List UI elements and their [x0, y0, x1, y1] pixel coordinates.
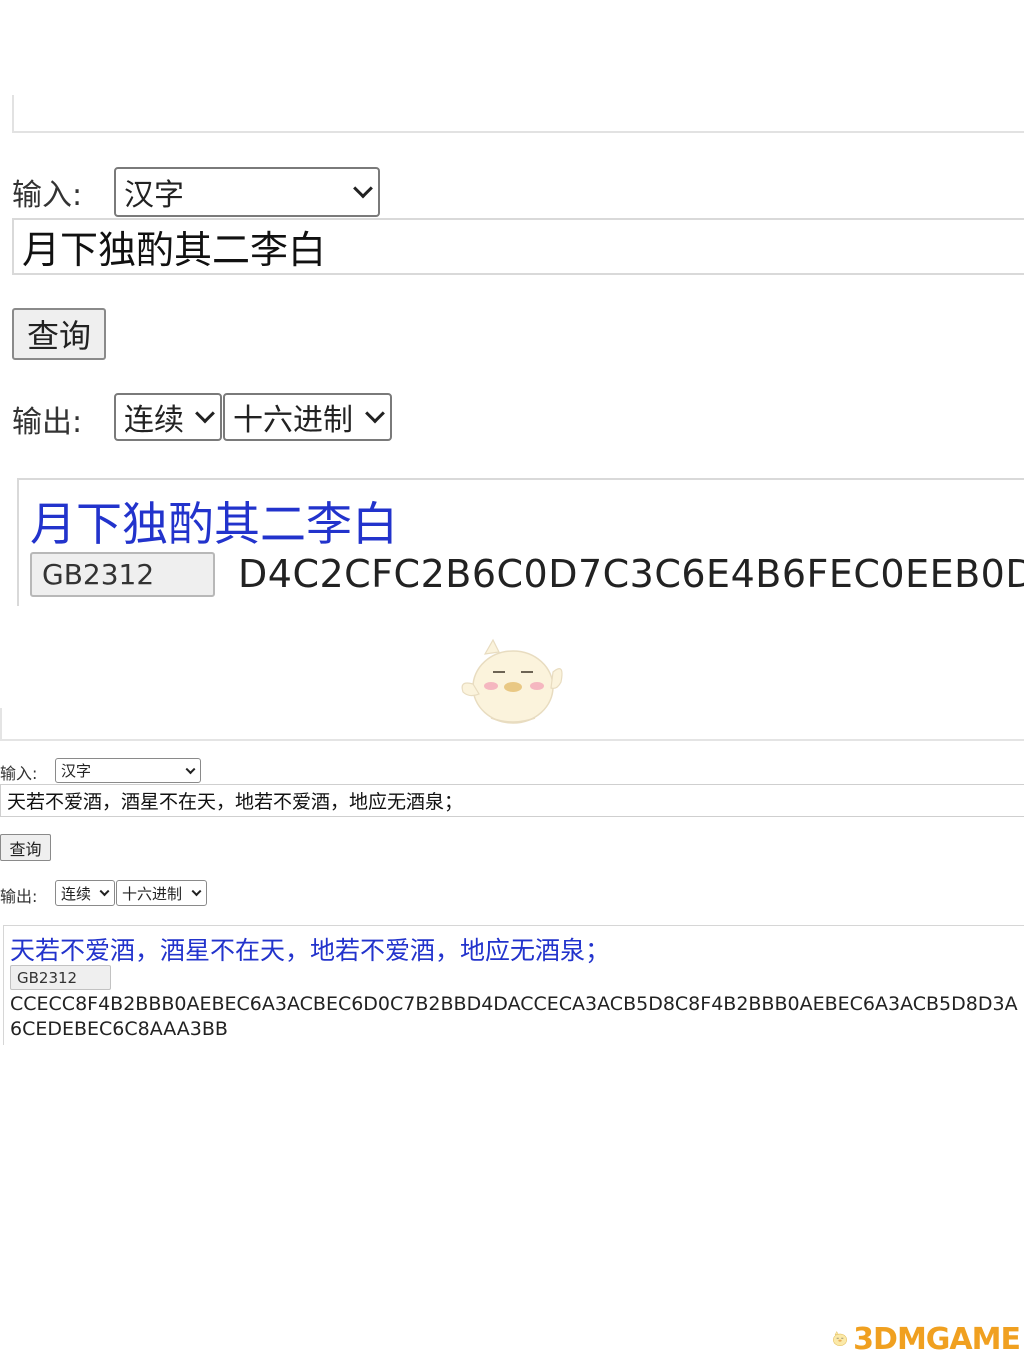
input-type-select-value: 汉字 — [61, 762, 92, 780]
input-label: 输入: — [0, 764, 38, 783]
output-base-select[interactable]: 十六进制 — [223, 393, 392, 441]
output-mode-select-value: 连续 — [124, 403, 184, 438]
output-mode-select-value: 连续 — [61, 884, 92, 903]
result-title: 月下独酌其二李白 — [30, 497, 398, 551]
hex-output: CCECC8F4B2BBB0AEBEC6A3ACBEC6D0C7B2BBD4DA… — [10, 993, 1018, 1040]
result-title: 天若不爱酒，酒星不在天，地若不爱酒，地应无酒泉； — [10, 936, 611, 965]
chevron-down-icon — [191, 886, 202, 897]
output-base-select-value: 十六进制 — [233, 403, 353, 438]
chevron-down-icon — [185, 763, 196, 774]
query-button[interactable]: 查询 — [12, 308, 106, 360]
encoding-badge[interactable]: GB2312 — [10, 965, 111, 990]
previous-field-box — [12, 95, 1024, 133]
input-type-select-value: 汉字 — [124, 178, 184, 213]
input-type-select[interactable]: 汉字 — [55, 758, 201, 783]
watermark-text: 3DMGAME — [853, 1321, 1021, 1357]
chevron-down-icon — [353, 178, 373, 199]
query-button[interactable]: 查询 — [0, 834, 51, 861]
output-mode-select[interactable]: 连续 — [55, 880, 115, 906]
mascot-icon — [461, 638, 563, 724]
chevron-down-icon — [365, 403, 385, 424]
chevron-down-icon — [195, 403, 215, 424]
output-label: 输出: — [12, 405, 83, 440]
text-input-value: 月下独酌其二李白 — [22, 228, 327, 272]
text-input[interactable]: 天若不爱酒，酒星不在天，地若不爱酒，地应无酒泉； — [0, 784, 1024, 817]
input-type-select[interactable]: 汉字 — [114, 167, 380, 217]
input-label: 输入: — [12, 178, 83, 213]
encoding-badge[interactable]: GB2312 — [30, 552, 215, 597]
output-base-select-value: 十六进制 — [122, 884, 183, 903]
previous-field-edge — [0, 708, 2, 740]
output-base-select[interactable]: 十六进制 — [116, 880, 207, 906]
watermark: 3DMGAME — [830, 1316, 1021, 1362]
output-mode-select[interactable]: 连续 — [114, 393, 222, 441]
output-label: 输出: — [0, 887, 38, 906]
previous-field-bottom — [0, 739, 1024, 741]
text-input-value: 天若不爱酒，酒星不在天，地若不爱酒，地应无酒泉； — [7, 791, 464, 813]
chevron-down-icon — [99, 886, 110, 897]
hex-output: D4C2CFC2B6C0D7C3C6E4B6FEC0EEB0D7 — [238, 552, 1024, 596]
text-input[interactable]: 月下独酌其二李白 — [12, 218, 1024, 275]
watermark-mascot-icon — [833, 1331, 847, 1346]
